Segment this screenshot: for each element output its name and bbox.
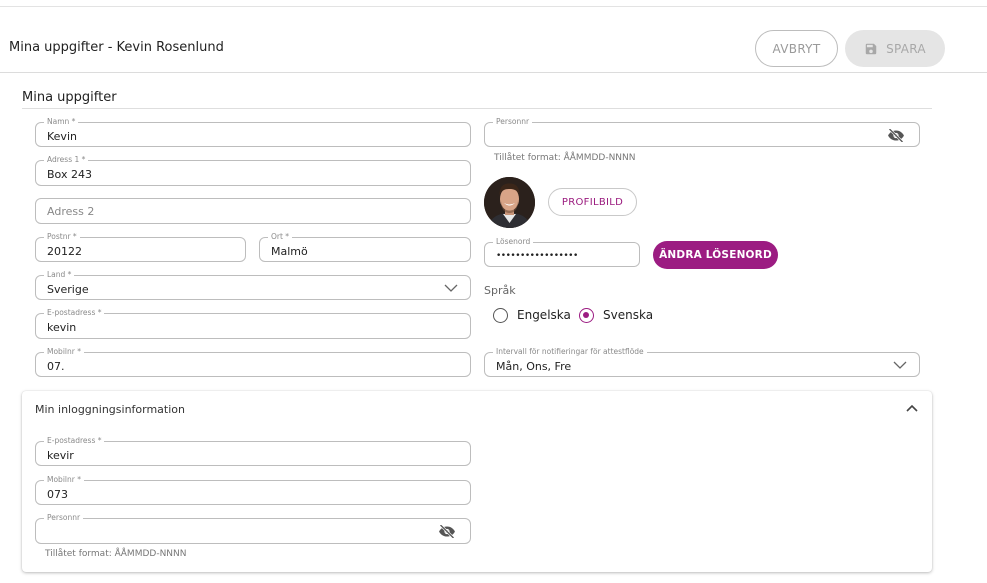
email-value: kevin	[47, 321, 77, 334]
password-value: •••••••••••••••••	[496, 251, 578, 261]
personnr-label: Personnr	[493, 116, 533, 128]
save-button-label: SPARA	[886, 41, 926, 56]
section-divider	[22, 108, 932, 109]
avatar	[484, 177, 535, 228]
personnr-field[interactable]: Personnr	[484, 116, 920, 147]
login-mobile-field[interactable]: Mobilnr * 073	[35, 474, 471, 505]
password-field[interactable]: Lösenord •••••••••••••••••	[484, 236, 640, 267]
notification-interval-value: Mån, Ons, Fre	[496, 359, 572, 373]
floppy-disk-icon	[865, 43, 877, 54]
eye-off-icon[interactable]	[887, 128, 905, 142]
chevron-down-icon	[893, 361, 907, 369]
login-personnr-field[interactable]: Personnr	[35, 512, 471, 544]
postnr-value: 20122	[47, 244, 82, 258]
cancel-button[interactable]: AVBRYT	[755, 30, 838, 67]
section-title: Mina uppgifter	[22, 90, 117, 105]
address1-field[interactable]: Adress 1 * Box 243	[35, 154, 471, 186]
top-divider	[0, 6, 987, 7]
header-divider	[0, 72, 987, 73]
name-field[interactable]: Namn * Kevin	[35, 116, 471, 147]
login-personnr-label: Personnr	[44, 512, 84, 524]
login-mobile-value: 073	[47, 487, 68, 501]
address2-field[interactable]: Adress 2	[35, 198, 471, 224]
ort-field[interactable]: Ort * Malmö	[259, 231, 471, 262]
profile-picture-button[interactable]: PROFILBILD	[548, 188, 637, 216]
email-field[interactable]: E-postadress * kevin	[35, 307, 471, 339]
chevron-up-icon[interactable]	[905, 403, 919, 413]
login-email-value: kevir	[47, 448, 74, 462]
language-label: Språk	[484, 284, 516, 297]
eye-off-icon[interactable]	[438, 525, 456, 538]
login-personnr-hint: Tillåtet format: ÅÅMMDD-NNNN	[45, 549, 187, 559]
login-email-field[interactable]: E-postadress * kevir	[35, 435, 471, 466]
avatar-image	[484, 177, 535, 228]
radio-engelska[interactable]	[493, 308, 508, 323]
save-button[interactable]: SPARA	[845, 30, 945, 67]
mobile-field[interactable]: Mobilnr * 07.	[35, 346, 471, 377]
land-select[interactable]: Land * Sverige	[35, 269, 471, 300]
notification-interval-select[interactable]: Intervall för notifieringar för attestfl…	[484, 346, 920, 377]
radio-svenska-label[interactable]: Svenska	[603, 308, 653, 322]
ort-value: Malmö	[271, 244, 308, 258]
land-value: Sverige	[47, 282, 89, 296]
postnr-field[interactable]: Postnr * 20122	[35, 231, 246, 262]
address2-placeholder: Adress 2	[47, 204, 95, 218]
mobile-value: 07.	[47, 359, 65, 373]
login-info-title: Min inloggningsinformation	[35, 403, 185, 416]
radio-engelska-label[interactable]: Engelska	[517, 308, 571, 322]
page-title: Mina uppgifter - Kevin Rosenlund	[9, 40, 224, 55]
personnr-hint: Tillåtet format: ÅÅMMDD-NNNN	[494, 153, 636, 163]
name-value: Kevin	[47, 129, 77, 143]
address1-value: Box 243	[47, 168, 92, 181]
change-password-button[interactable]: ÄNDRA LÖSENORD	[653, 241, 778, 269]
radio-svenska[interactable]	[579, 308, 594, 323]
chevron-down-icon	[444, 284, 458, 292]
